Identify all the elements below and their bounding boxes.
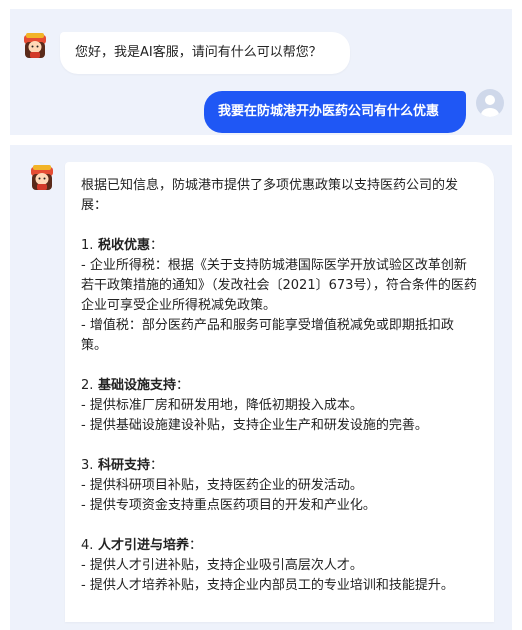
section-item: - 企业所得税：根据《关于支持防城港国际医学开放试验区改革创新若干政策措施的通知… [81, 258, 477, 313]
bot-avatar-icon [31, 165, 53, 190]
section-item: - 提供人才培养补贴，支持企业内部员工的专业培训和技能提升。 [81, 578, 454, 593]
section-title-text: 人才引进与培养 [97, 538, 189, 553]
answer-intro: 根据已知信息，防城港市提供了多项优惠政策以支持医药公司的发展： [81, 178, 459, 213]
section-number: 1. [81, 238, 94, 253]
section-item: - 提供基础设施建设补贴，支持企业生产和研发设施的完善。 [81, 418, 428, 433]
user-avatar-icon [476, 89, 504, 117]
section-title: 3. 科研支持： [81, 456, 478, 476]
section-title: 1. 税收优惠： [81, 236, 478, 256]
section-item: - 增值税：部分医药产品和服务可能享受增值税减免或即期抵扣政策。 [81, 318, 454, 353]
section-title-suffix: ： [149, 238, 163, 253]
section-item: - 提供专项资金支持重点医药项目的开发和产业化。 [81, 498, 376, 513]
section-item: - 提供人才引进补贴，支持企业吸引高层次人才。 [81, 558, 363, 573]
section-number: 2. [81, 378, 94, 393]
section-title-suffix: ： [188, 538, 202, 553]
section-number: 3. [81, 458, 94, 473]
user-message: 我要在防城港开办医药公司有什么优惠 [204, 91, 466, 133]
user-message-text: 我要在防城港开办医药公司有什么优惠 [218, 104, 440, 119]
section-title: 2. 基础设施支持： [81, 376, 478, 396]
section-title-text: 科研支持 [97, 458, 150, 473]
section-item: - 提供标准厂房和研发用地，降低初期投入成本。 [81, 398, 363, 413]
section-title-suffix: ： [175, 378, 189, 393]
bot-avatar-icon [24, 33, 46, 58]
section-number: 4. [81, 538, 94, 553]
section-item: - 提供科研项目补贴，支持医药企业的研发活动。 [81, 478, 363, 493]
answer-message: 根据已知信息，防城港市提供了多项优惠政策以支持医药公司的发展： 1. 税收优惠：… [65, 162, 494, 622]
section-title-suffix: ： [149, 458, 163, 473]
section-title-text: 基础设施支持 [97, 378, 176, 393]
section-title-text: 税收优惠 [97, 238, 150, 253]
greeting-text: 您好，我是AI客服，请问有什么可以帮您？ [75, 45, 322, 60]
greeting-message: 您好，我是AI客服，请问有什么可以帮您？ [60, 32, 350, 74]
section-title: 4. 人才引进与培养： [81, 536, 478, 556]
